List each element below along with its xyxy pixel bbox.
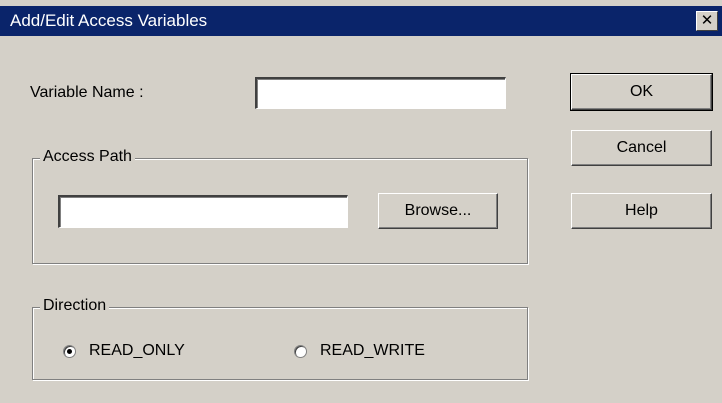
read-write-label[interactable]: READ_WRITE (320, 342, 425, 360)
browse-button[interactable]: Browse... (378, 193, 498, 229)
cancel-button[interactable]: Cancel (571, 130, 712, 166)
close-icon: ✕ (700, 12, 714, 29)
direction-group-label: Direction (40, 297, 110, 315)
read-only-radio[interactable] (63, 345, 76, 358)
title-bar[interactable]: Add/Edit Access Variables ✕ (0, 6, 722, 36)
close-button[interactable]: ✕ (696, 11, 718, 31)
read-only-label[interactable]: READ_ONLY (89, 342, 185, 360)
access-path-input[interactable] (58, 195, 348, 228)
variable-name-label: Variable Name : (30, 84, 144, 101)
access-path-group-label: Access Path (40, 148, 135, 166)
add-edit-access-variables-dialog: Add/Edit Access Variables ✕ Variable Nam… (0, 0, 722, 403)
variable-name-input[interactable] (255, 77, 506, 109)
ok-button[interactable]: OK (570, 73, 713, 111)
window-title: Add/Edit Access Variables (10, 11, 208, 30)
read-write-radio[interactable] (294, 345, 307, 358)
help-button[interactable]: Help (571, 193, 712, 229)
